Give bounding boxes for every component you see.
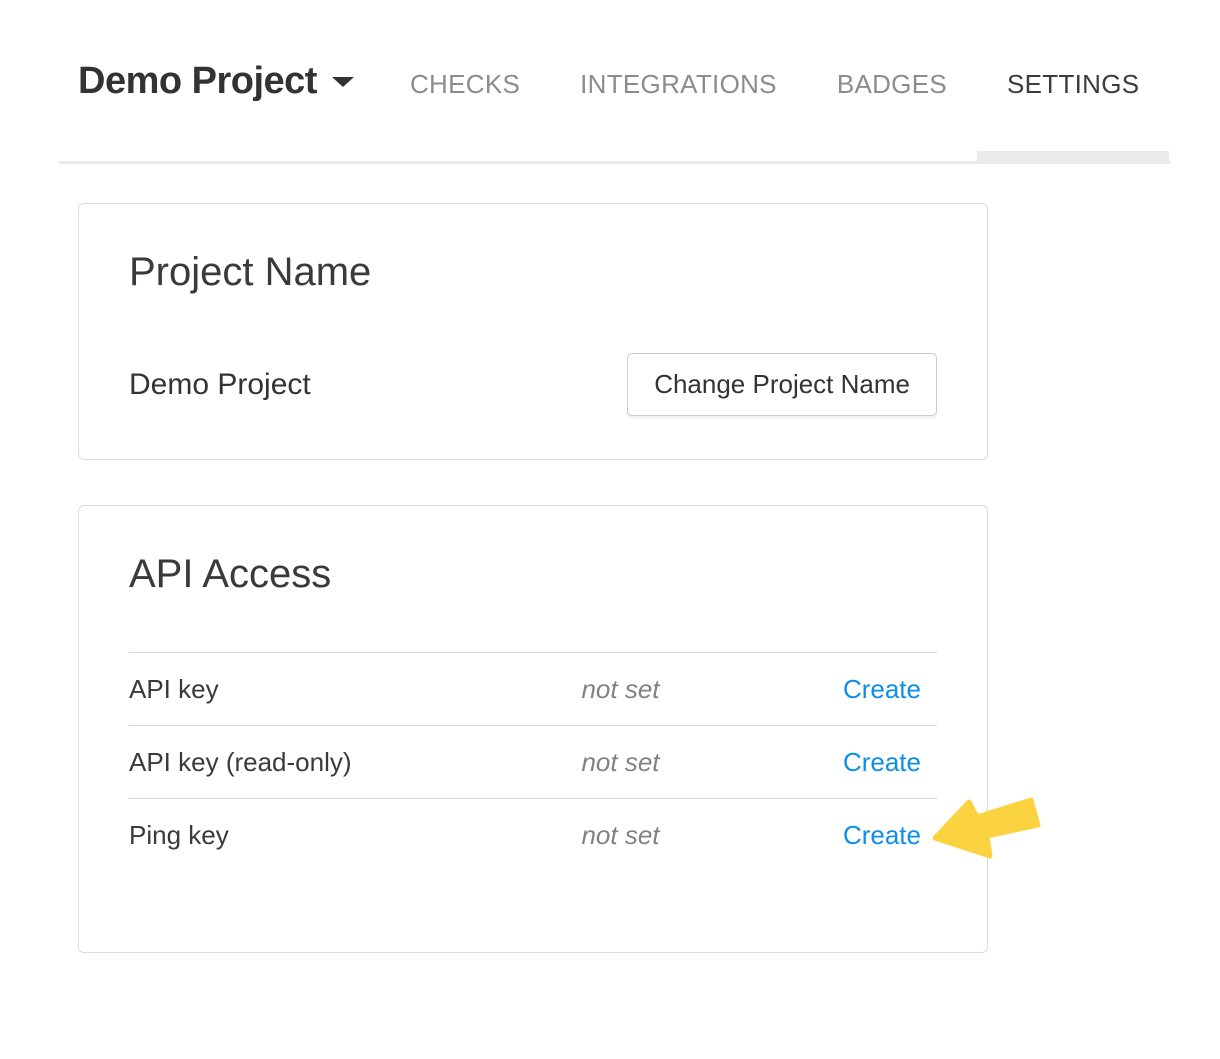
- tab-settings[interactable]: SETTINGS: [977, 69, 1169, 100]
- key-action-cell: Create: [800, 726, 937, 799]
- page-container: Demo Project CHECKS INTEGRATIONS BADGES …: [59, 0, 1171, 953]
- current-project-name: Demo Project: [129, 368, 311, 402]
- table-row-api-key-read-only: API key (read-only) not set Create: [129, 726, 937, 799]
- tab-checks-label: CHECKS: [410, 69, 520, 99]
- caret-down-icon: [332, 77, 354, 87]
- api-keys-table: API key not set Create API key (read-onl…: [129, 652, 937, 872]
- tab-settings-label: SETTINGS: [1007, 69, 1139, 99]
- tab-badges-label: BADGES: [837, 69, 947, 99]
- key-name-cell: API key: [129, 653, 581, 726]
- key-name-cell: Ping key: [129, 799, 581, 872]
- project-selector[interactable]: Demo Project: [78, 60, 354, 103]
- key-status-cell: not set: [581, 799, 799, 872]
- key-name-cell: API key (read-only): [129, 726, 581, 799]
- key-status-cell: not set: [581, 653, 799, 726]
- api-access-card: API Access API key not set Create API ke…: [78, 505, 988, 953]
- api-access-card-title: API Access: [129, 550, 937, 598]
- create-ping-key-link[interactable]: Create: [843, 820, 921, 850]
- project-name-card: Project Name Demo Project Change Project…: [78, 203, 988, 460]
- tab-badges[interactable]: BADGES: [807, 69, 977, 100]
- table-row-api-key: API key not set Create: [129, 653, 937, 726]
- key-action-cell: Create: [800, 799, 937, 872]
- key-status-cell: not set: [581, 726, 799, 799]
- project-selector-label: Demo Project: [78, 60, 317, 102]
- create-api-key-link[interactable]: Create: [843, 674, 921, 704]
- tab-integrations-label: INTEGRATIONS: [580, 69, 777, 99]
- active-tab-indicator: [977, 151, 1169, 164]
- project-name-card-title: Project Name: [129, 248, 937, 296]
- top-navigation: Demo Project CHECKS INTEGRATIONS BADGES …: [59, 0, 1171, 164]
- tab-checks[interactable]: CHECKS: [380, 69, 550, 100]
- table-row-ping-key: Ping key not set Create: [129, 799, 937, 872]
- nav-tabs: CHECKS INTEGRATIONS BADGES SETTINGS: [380, 69, 1169, 100]
- change-project-name-button[interactable]: Change Project Name: [627, 353, 937, 416]
- tab-integrations[interactable]: INTEGRATIONS: [550, 69, 807, 100]
- key-action-cell: Create: [800, 653, 937, 726]
- create-readonly-key-link[interactable]: Create: [843, 747, 921, 777]
- project-name-row: Demo Project Change Project Name: [129, 353, 937, 416]
